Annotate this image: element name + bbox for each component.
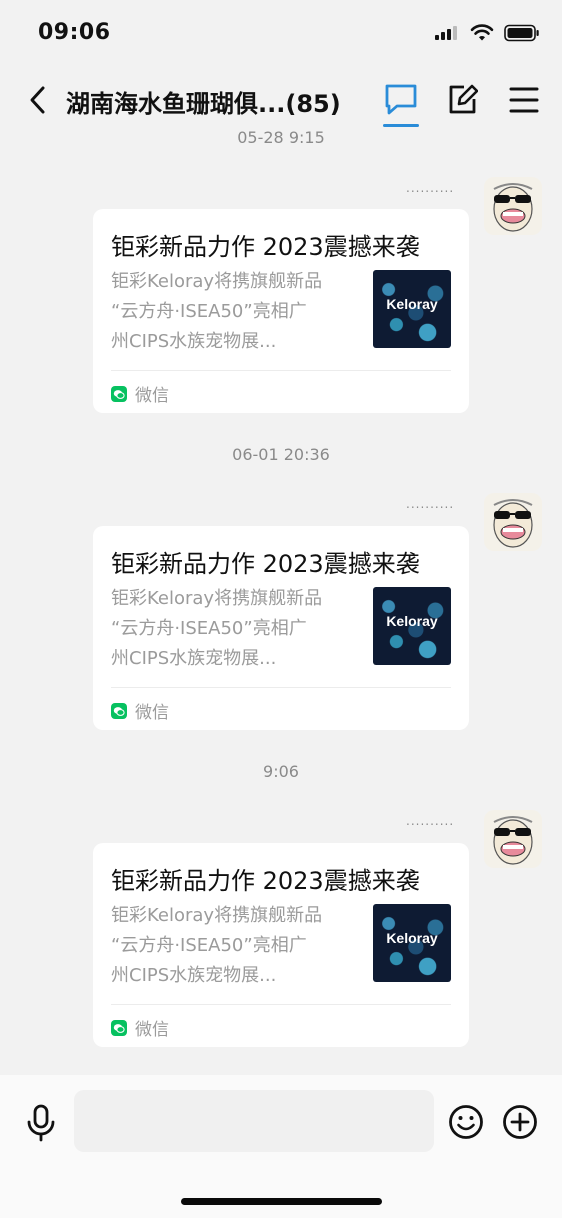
message-timestamp: 05-28 9:15 <box>237 128 325 147</box>
thumbnail-brand: Keloray <box>386 296 438 312</box>
wechat-icon <box>111 1019 127 1036</box>
card-description-line: 钜彩Keloray将携旗舰新品 <box>111 271 323 292</box>
avatar[interactable] <box>484 810 542 868</box>
microphone-icon <box>27 1104 55 1142</box>
link-card[interactable]: 钜彩新品力作 2023震撼来袭 钜彩Keloray将携旗舰新品 “云方舟·ISE… <box>93 843 469 1047</box>
avatar[interactable] <box>484 177 542 235</box>
menu-button[interactable] <box>508 84 540 116</box>
message-timestamp: 9:06 <box>263 762 299 781</box>
signal-icon <box>435 26 457 40</box>
card-title: 钜彩新品力作 2023震撼来袭 <box>111 233 420 261</box>
card-source-label: 微信 <box>135 386 169 406</box>
message-status-dots: .......... <box>406 181 455 195</box>
card-divider <box>111 687 451 688</box>
thumbnail-brand: Keloray <box>386 613 438 629</box>
card-source-label: 微信 <box>135 703 169 723</box>
menu-icon <box>509 87 539 113</box>
card-thumbnail: Keloray <box>373 587 451 665</box>
edit-icon <box>449 84 479 114</box>
card-source-label: 微信 <box>135 1020 169 1040</box>
card-divider <box>111 370 451 371</box>
message-input[interactable] <box>74 1090 434 1152</box>
more-button[interactable] <box>502 1104 538 1140</box>
thumbnail-brand: Keloray <box>386 930 438 946</box>
avatar[interactable] <box>484 493 542 551</box>
nav-bar: 湖南海水鱼珊瑚俱...(85) <box>0 70 562 132</box>
plus-icon <box>503 1105 537 1139</box>
card-thumbnail: Keloray <box>373 904 451 982</box>
message-timestamp: 06-01 20:36 <box>232 445 330 464</box>
avatar-face-icon <box>493 183 533 232</box>
link-card[interactable]: 钜彩新品力作 2023震撼来袭 钜彩Keloray将携旗舰新品 “云方舟·ISE… <box>93 209 469 413</box>
emoji-icon <box>449 1105 483 1139</box>
wechat-icon <box>111 385 127 402</box>
message-status-dots: .......... <box>406 814 455 828</box>
card-description-line: 州CIPS水族宠物展... <box>111 648 277 669</box>
card-description: 钜彩Keloray将携旗舰新品 “云方舟·ISEA50”亮相广 州CIPS水族宠… <box>111 901 361 991</box>
card-title: 钜彩新品力作 2023震撼来袭 <box>111 550 420 578</box>
message-status-dots: .......... <box>406 497 455 511</box>
active-tab-indicator <box>383 124 419 127</box>
card-divider <box>111 1004 451 1005</box>
card-thumbnail: Keloray <box>373 270 451 348</box>
avatar-face-icon <box>493 816 533 865</box>
card-description-line: “云方舟·ISEA50”亮相广 <box>111 618 307 639</box>
card-description-line: 州CIPS水族宠物展... <box>111 331 277 352</box>
chat-icon <box>385 84 417 115</box>
battery-icon <box>504 24 539 42</box>
card-source: 微信 <box>111 381 169 406</box>
chat-title: 湖南海水鱼珊瑚俱...(85) <box>66 90 341 118</box>
edit-button[interactable] <box>446 82 479 116</box>
card-source: 微信 <box>111 698 169 723</box>
link-card[interactable]: 钜彩新品力作 2023震撼来袭 钜彩Keloray将携旗舰新品 “云方舟·ISE… <box>93 526 469 730</box>
chat-screen: 09:06 湖南海水鱼珊瑚俱...(85) 05-28 9:15 .......… <box>0 0 562 1218</box>
card-description: 钜彩Keloray将携旗舰新品 “云方舟·ISEA50”亮相广 州CIPS水族宠… <box>111 584 361 674</box>
card-description-line: 州CIPS水族宠物展... <box>111 965 277 986</box>
card-title: 钜彩新品力作 2023震撼来袭 <box>111 867 420 895</box>
voice-button[interactable] <box>24 1103 58 1143</box>
status-bar: 09:06 <box>0 0 562 70</box>
status-icons <box>434 24 540 42</box>
card-description-line: “云方舟·ISEA50”亮相广 <box>111 935 307 956</box>
card-source: 微信 <box>111 1015 169 1040</box>
wechat-icon <box>111 702 127 719</box>
emoji-button[interactable] <box>448 1104 484 1140</box>
input-bar <box>0 1075 562 1218</box>
back-button[interactable] <box>22 82 52 118</box>
status-time: 09:06 <box>38 20 111 45</box>
chat-tab-button[interactable] <box>383 82 419 132</box>
card-description-line: 钜彩Keloray将携旗舰新品 <box>111 905 323 926</box>
card-description: 钜彩Keloray将携旗舰新品 “云方舟·ISEA50”亮相广 州CIPS水族宠… <box>111 267 361 357</box>
card-description-line: 钜彩Keloray将携旗舰新品 <box>111 588 323 609</box>
home-indicator[interactable] <box>181 1198 382 1205</box>
wifi-icon <box>470 24 494 41</box>
avatar-face-icon <box>493 499 533 548</box>
card-description-line: “云方舟·ISEA50”亮相广 <box>111 301 307 322</box>
back-icon <box>30 86 45 114</box>
